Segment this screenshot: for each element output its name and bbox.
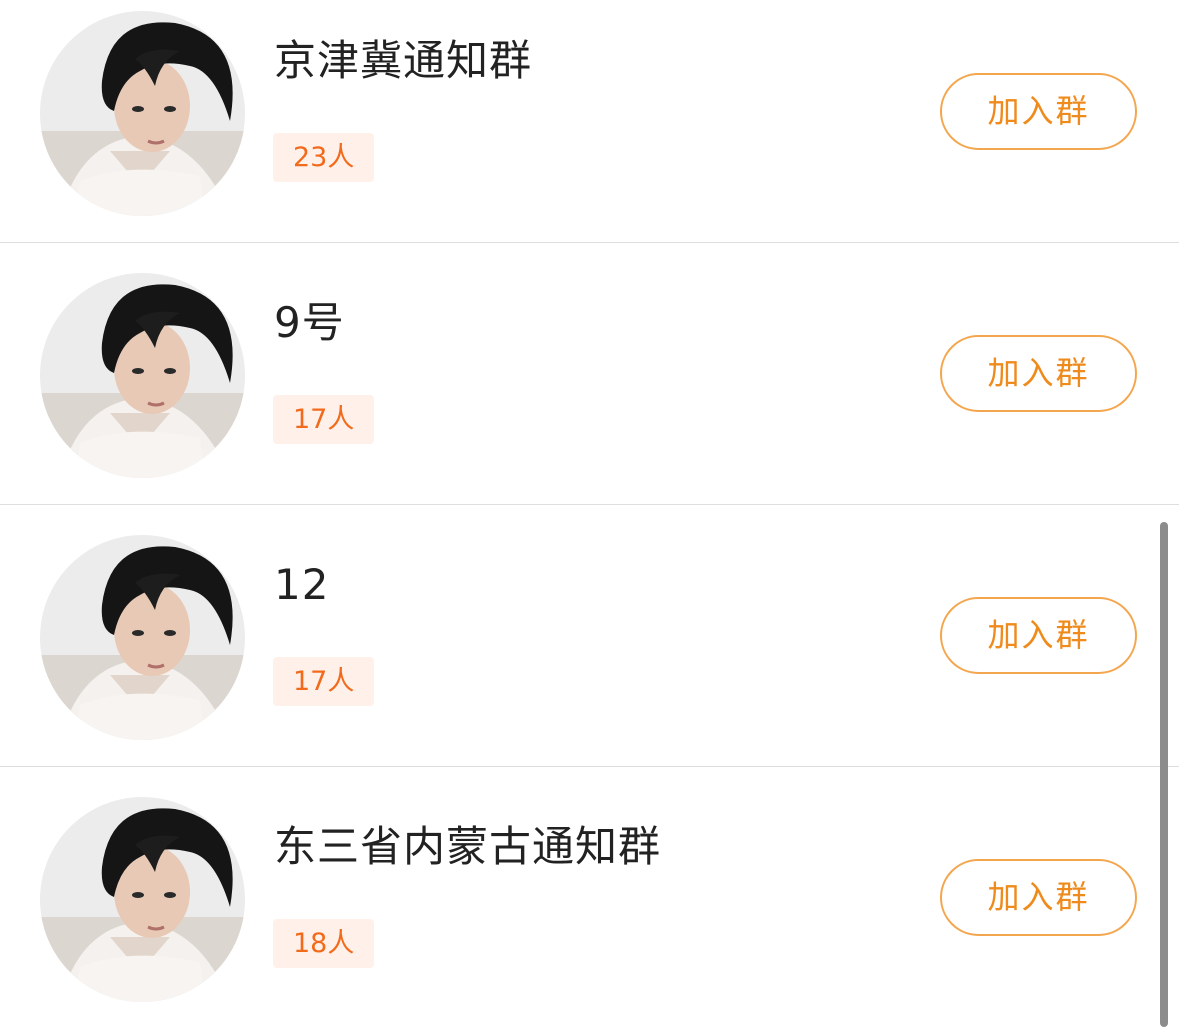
group-row[interactable]: 京津冀通知群 23人 加入群 — [0, 0, 1179, 243]
group-list: 京津冀通知群 23人 加入群 9号 17人 加入群 12 17人 加入群 东三省… — [0, 0, 1179, 1027]
group-avatar[interactable] — [40, 797, 245, 1002]
join-group-button[interactable]: 加入群 — [940, 73, 1137, 150]
group-name: 东三省内蒙古通知群 — [274, 822, 662, 871]
group-name: 12 — [274, 560, 330, 609]
group-name: 9号 — [274, 298, 345, 347]
join-group-button[interactable]: 加入群 — [940, 859, 1137, 936]
group-row[interactable]: 9号 17人 加入群 — [0, 243, 1179, 505]
vertical-scrollbar[interactable] — [1160, 522, 1168, 1027]
member-count-badge: 23人 — [273, 133, 375, 182]
avatar-image — [40, 273, 245, 478]
group-row[interactable]: 12 17人 加入群 — [0, 505, 1179, 767]
member-count-badge: 18人 — [273, 919, 375, 968]
avatar-image — [40, 11, 245, 216]
group-avatar[interactable] — [40, 273, 245, 478]
join-group-button[interactable]: 加入群 — [940, 597, 1137, 674]
join-group-button[interactable]: 加入群 — [940, 335, 1137, 412]
group-name: 京津冀通知群 — [274, 36, 533, 85]
avatar-image — [40, 535, 245, 740]
group-avatar[interactable] — [40, 11, 245, 216]
member-count-badge: 17人 — [273, 657, 375, 706]
group-row[interactable]: 东三省内蒙古通知群 18人 加入群 — [0, 767, 1179, 1027]
member-count-badge: 17人 — [273, 395, 375, 444]
group-avatar[interactable] — [40, 535, 245, 740]
avatar-image — [40, 797, 245, 1002]
